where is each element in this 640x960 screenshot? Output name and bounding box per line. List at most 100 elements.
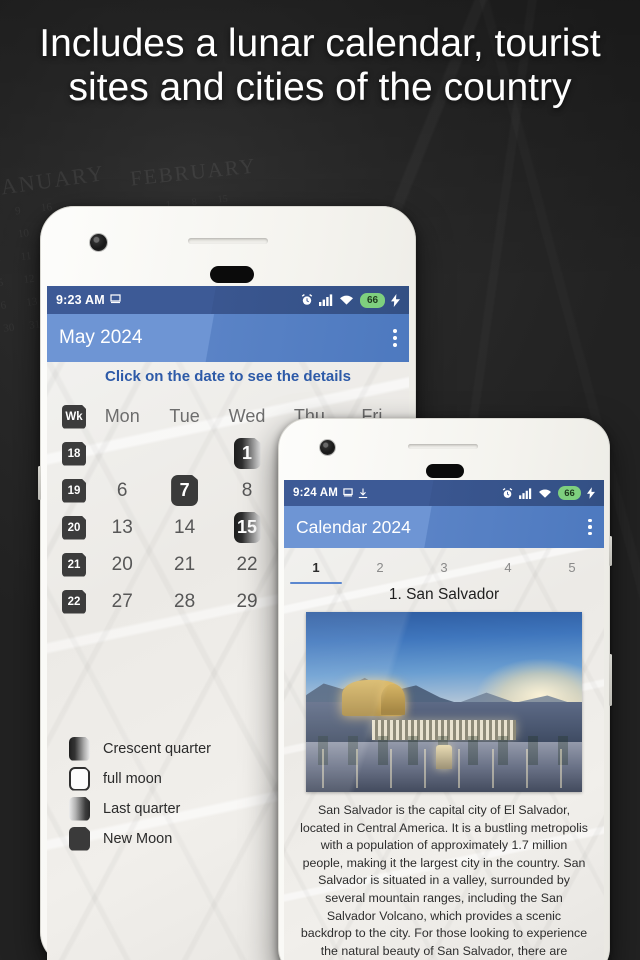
crescent-quarter-moon-icon	[69, 736, 90, 761]
calendar-day-1[interactable]: 1	[216, 438, 278, 469]
app-bar: May 2024	[47, 314, 409, 362]
calendar-day-29[interactable]: 29	[216, 591, 278, 613]
calendar-day-number: 14	[174, 516, 196, 538]
week-number-cell: 21	[57, 552, 91, 577]
calendar-day-number: 21	[174, 553, 196, 575]
calendar-day-7[interactable]: 7	[153, 475, 215, 506]
legend-item: Crescent quarter	[69, 736, 211, 761]
calendar-day-15[interactable]: 15	[216, 512, 278, 543]
wifi-icon	[340, 295, 353, 305]
legend-label: New Moon	[103, 830, 173, 847]
week-number-cell: 20	[57, 515, 91, 540]
new-moon-day[interactable]: 7	[171, 475, 199, 506]
ghost-month-february: FEBRUARY	[129, 153, 258, 191]
calendar-day-number: 13	[111, 516, 133, 538]
volume-button[interactable]	[609, 654, 612, 706]
city-detail-screen: 9:24 AM 66 Calendar 2024 1 2 3 4 5 1. Sa…	[284, 480, 604, 960]
phone-mockup-city: 9:24 AM 66 Calendar 2024 1 2 3 4 5 1. Sa…	[278, 418, 612, 960]
city-title: 1. San Salvador	[388, 586, 500, 603]
signal-icon	[319, 294, 333, 306]
power-button[interactable]	[609, 536, 612, 566]
calendar-day-number: 29	[236, 590, 258, 612]
day-header-mon: Mon	[104, 406, 140, 426]
signal-icon	[519, 487, 532, 499]
notch-pill	[426, 464, 464, 478]
status-bar: 9:24 AM 66	[284, 480, 604, 506]
tab-3[interactable]: 3	[412, 550, 476, 584]
wk-badge: Wk	[62, 404, 86, 429]
week-number-cell: 22	[57, 589, 91, 614]
calendar-day-number: 22	[236, 553, 258, 575]
wk-badge: 19	[62, 478, 86, 503]
legend-item: Last quarter	[69, 796, 211, 821]
front-camera-icon	[320, 440, 335, 455]
calendar-day-number: 28	[174, 590, 196, 612]
charging-icon	[391, 293, 400, 307]
legend-label: Crescent quarter	[103, 740, 211, 757]
calendar-day-21[interactable]: 21	[153, 554, 215, 576]
legend-label: Last quarter	[103, 800, 181, 817]
new-moon-icon	[69, 826, 90, 851]
calendar-day-28[interactable]: 28	[153, 591, 215, 613]
volume-button[interactable]	[38, 466, 41, 500]
moon-phase-legend: Crescent quarter full moon Last quarter …	[69, 736, 211, 856]
earpiece-speaker	[408, 444, 478, 449]
legend-label: full moon	[103, 770, 162, 787]
calendar-day-6[interactable]: 6	[91, 480, 153, 502]
calendar-day-number: 27	[111, 590, 133, 612]
battery-icon: 66	[558, 486, 581, 500]
crescent-moon-day[interactable]: 1	[233, 438, 261, 469]
calendar-day-number: 6	[116, 479, 128, 501]
city-tab-bar: 1 2 3 4 5	[284, 550, 604, 584]
day-header-tue: Tue	[169, 406, 200, 426]
city-description: San Salvador is the capital city of El S…	[300, 803, 588, 958]
screenshot-icon	[343, 487, 353, 496]
earpiece-speaker	[188, 238, 268, 244]
crescent-moon-day[interactable]: 15	[233, 512, 261, 543]
kebab-menu-icon[interactable]	[393, 329, 397, 347]
tab-4[interactable]: 4	[476, 550, 540, 584]
charging-icon	[587, 487, 595, 499]
calendar-day-27[interactable]: 27	[91, 591, 153, 613]
calendar-day-14[interactable]: 14	[153, 517, 215, 539]
wk-badge: 22	[62, 589, 86, 614]
calendar-hint-text: Click on the date to see the details	[105, 368, 351, 385]
calendar-day-number: 8	[241, 479, 253, 501]
legend-item: full moon	[69, 766, 211, 791]
calendar-day-8[interactable]: 8	[216, 480, 278, 502]
notch-pill	[210, 266, 254, 283]
app-bar-title: Calendar 2024	[296, 516, 411, 537]
week-number-cell: 19	[57, 478, 91, 503]
calendar-day-22[interactable]: 22	[216, 554, 278, 576]
app-bar-title: May 2024	[59, 327, 143, 348]
full-moon-icon	[69, 766, 90, 791]
wifi-icon	[539, 489, 551, 498]
week-number-cell: 18	[57, 441, 91, 466]
battery-icon: 66	[360, 292, 385, 308]
wk-badge: 18	[62, 441, 86, 466]
calendar-day-number: 20	[111, 553, 133, 575]
screenshot-icon	[110, 294, 121, 304]
app-bar: Calendar 2024	[284, 506, 604, 548]
tab-2[interactable]: 2	[348, 550, 412, 584]
status-time: 9:23 AM	[56, 293, 105, 307]
day-header-wed: Wed	[228, 406, 266, 426]
legend-item: New Moon	[69, 826, 211, 851]
status-bar: 9:23 AM 66	[47, 286, 409, 314]
status-time: 9:24 AM	[293, 487, 339, 499]
kebab-menu-icon[interactable]	[588, 518, 592, 536]
download-icon	[358, 488, 368, 498]
wk-badge: 21	[62, 552, 86, 577]
tab-1[interactable]: 1	[284, 550, 348, 584]
alarm-icon	[502, 487, 513, 498]
week-column-header: Wk	[57, 404, 91, 429]
san-salvador-plaza-photo[interactable]	[306, 612, 582, 792]
promo-headline: Includes a lunar calendar, tourist sites…	[39, 22, 601, 109]
calendar-day-20[interactable]: 20	[91, 554, 153, 576]
tab-5[interactable]: 5	[540, 550, 604, 584]
calendar-day-13[interactable]: 13	[91, 517, 153, 539]
alarm-icon	[301, 294, 313, 305]
front-camera-icon	[90, 234, 107, 251]
last-quarter-moon-icon	[69, 796, 90, 821]
wk-badge: 20	[62, 515, 86, 540]
